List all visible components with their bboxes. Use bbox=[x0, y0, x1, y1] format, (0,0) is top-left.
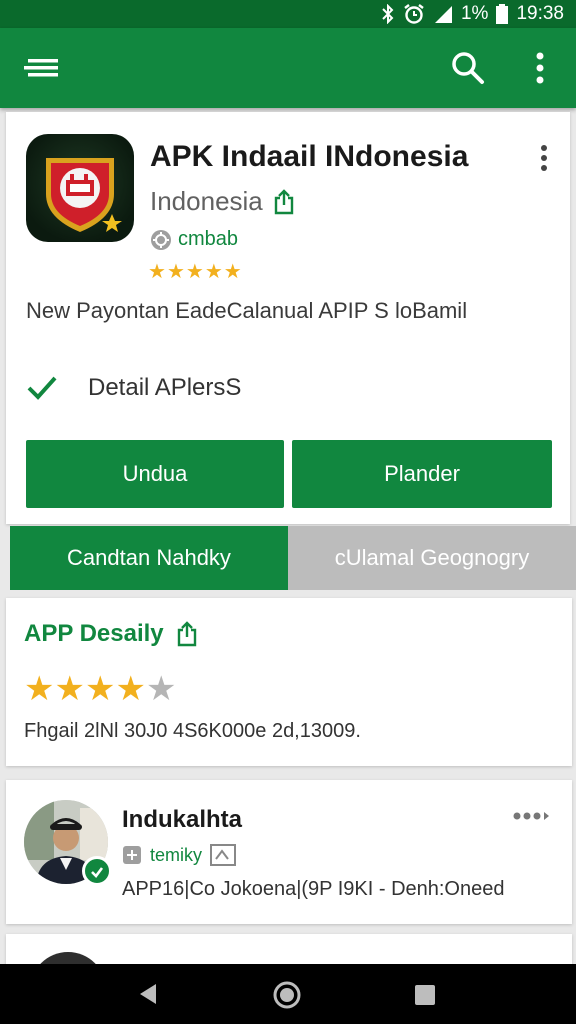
category-label[interactable]: cmbab bbox=[178, 228, 238, 251]
check-icon bbox=[27, 376, 57, 400]
tab-bar: Candtan Nahdky cUlamal Geognogry bbox=[10, 526, 576, 590]
recents-icon[interactable] bbox=[414, 984, 436, 1006]
verified-badge-icon bbox=[82, 856, 112, 886]
star-empty-icon: ★ bbox=[145, 670, 177, 708]
star-icon: ★ bbox=[223, 261, 242, 283]
category-icon bbox=[151, 229, 171, 250]
rating-title[interactable]: APP Desaily bbox=[24, 620, 164, 648]
tag-icon bbox=[123, 846, 141, 864]
app-description: New Payontan EadeCalanual APIP S loBamil bbox=[26, 298, 468, 323]
battery-text: 1% bbox=[460, 3, 489, 24]
battery-icon bbox=[496, 4, 509, 24]
star-icon: ★ bbox=[84, 670, 116, 708]
star-icon: ★ bbox=[166, 261, 185, 283]
review-card: Indukalhta temiky APP16|Co Jokoena|(9P I… bbox=[6, 780, 572, 924]
share-icon[interactable] bbox=[176, 621, 198, 647]
app-bar bbox=[0, 28, 576, 108]
developer-row[interactable]: Indonesia bbox=[150, 186, 295, 217]
star-icon: ★ bbox=[115, 670, 146, 708]
system-nav-bar bbox=[0, 964, 576, 1024]
app-star-rating: ★ ★ ★ ★ ★ bbox=[148, 262, 242, 282]
more-options-icon[interactable] bbox=[512, 810, 552, 822]
back-icon[interactable] bbox=[136, 982, 160, 1006]
rating-meta: Fhgail 2lNl 30J0 4S6K000e 2d,13009. bbox=[24, 720, 361, 742]
home-icon[interactable] bbox=[272, 980, 302, 1010]
star-icon: ★ bbox=[24, 670, 55, 708]
alarm-icon bbox=[404, 4, 424, 24]
more-options-icon[interactable] bbox=[536, 144, 552, 172]
secondary-action-button[interactable]: Plander bbox=[292, 440, 552, 508]
overflow-menu-icon[interactable] bbox=[528, 50, 552, 86]
star-icon: ★ bbox=[185, 261, 204, 283]
detail-row[interactable]: Detail APlersS bbox=[26, 374, 241, 402]
status-bar: 1% 19:38 bbox=[0, 0, 576, 28]
review-meta: temiky bbox=[122, 844, 237, 866]
developer-name[interactable]: Indonesia bbox=[150, 186, 263, 217]
star-icon: ★ bbox=[204, 261, 223, 283]
search-icon[interactable] bbox=[450, 50, 486, 86]
star-icon: ★ bbox=[54, 670, 85, 708]
rating-card: APP Desaily ★ ★ ★ ★ ★ Fhgail 2lNl 30J0 4… bbox=[6, 598, 572, 766]
reviewer-name[interactable]: Indukalhta bbox=[122, 806, 242, 834]
review-text: APP16|Co Jokoena|(9P I9KI - Denh:Oneed bbox=[122, 878, 505, 900]
app-header-card: APK Indaail INdonesia Indonesia cmbab ★ … bbox=[6, 112, 570, 524]
detail-label[interactable]: Detail APlersS bbox=[88, 374, 241, 402]
app-title: APK Indaail INdonesia bbox=[150, 140, 469, 173]
rating-section[interactable]: APP Desaily bbox=[24, 620, 198, 648]
category-row[interactable]: cmbab bbox=[150, 228, 238, 251]
clock-text: 19:38 bbox=[516, 3, 564, 24]
share-icon[interactable] bbox=[273, 188, 295, 215]
rating-stars: ★ ★ ★ ★ ★ bbox=[24, 672, 176, 706]
tab-inactive[interactable]: cUlamal Geognogry bbox=[288, 526, 576, 590]
star-icon: ★ bbox=[148, 261, 166, 283]
signal-icon bbox=[434, 6, 452, 23]
badge-icon bbox=[210, 844, 237, 866]
bluetooth-icon bbox=[382, 4, 394, 24]
menu-icon[interactable] bbox=[24, 52, 60, 84]
review-tag: temiky bbox=[150, 844, 203, 865]
install-button[interactable]: Undua bbox=[26, 440, 284, 508]
tab-active[interactable]: Candtan Nahdky bbox=[10, 526, 288, 590]
app-logo-icon[interactable] bbox=[26, 134, 134, 242]
